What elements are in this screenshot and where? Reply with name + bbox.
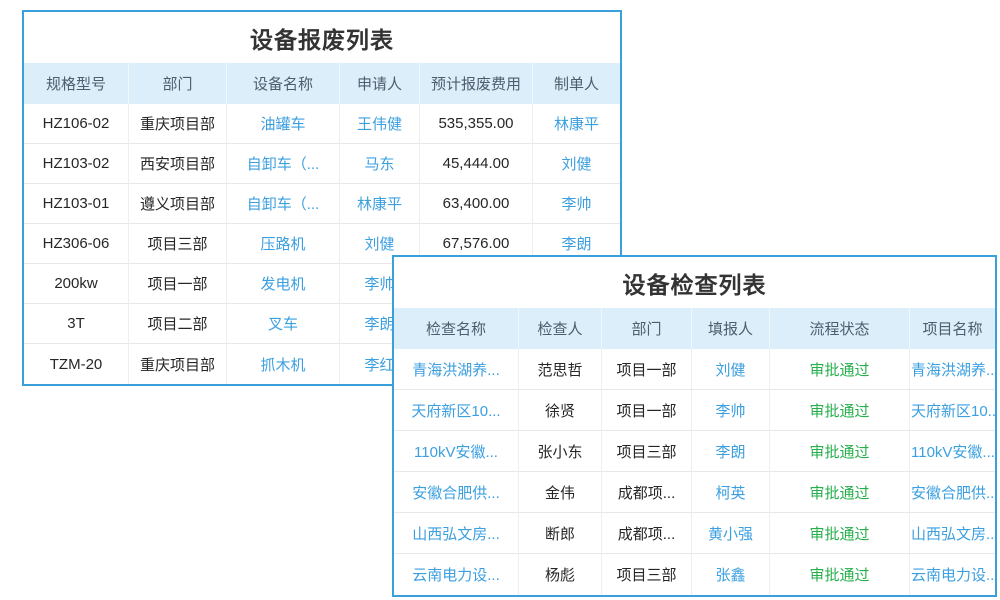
- table-row: HZ103-01遵义项目部自卸车（...林康平63,400.00李帅: [24, 184, 620, 224]
- scrap-list-title: 设备报废列表: [24, 12, 620, 63]
- text-cell: 金伟: [519, 472, 602, 513]
- column-header: 规格型号: [24, 63, 129, 104]
- text-cell: 遵义项目部: [129, 184, 227, 224]
- link-cell[interactable]: 天府新区10...: [910, 390, 995, 431]
- inspection-list-panel: 设备检查列表 检查名称检查人部门填报人流程状态项目名称 青海洪湖养...范思哲项…: [392, 255, 997, 597]
- column-header: 设备名称: [227, 63, 340, 104]
- inspection-list-title: 设备检查列表: [394, 257, 995, 308]
- table-row: 110kV安徽...张小东项目三部李朗审批通过110kV安徽...: [394, 431, 995, 472]
- status-cell: 审批通过: [770, 472, 910, 513]
- text-cell: 成都项...: [602, 472, 692, 513]
- table-row: HZ103-02西安项目部自卸车（...马东45,444.00刘健: [24, 144, 620, 184]
- table-row: 青海洪湖养...范思哲项目一部刘健审批通过青海洪湖养...: [394, 349, 995, 390]
- column-header: 部门: [129, 63, 227, 104]
- status-cell: 审批通过: [770, 513, 910, 554]
- text-cell: 成都项...: [602, 513, 692, 554]
- text-cell: 重庆项目部: [129, 104, 227, 144]
- text-cell: 范思哲: [519, 349, 602, 390]
- column-header: 流程状态: [770, 308, 910, 349]
- text-cell: 项目一部: [602, 349, 692, 390]
- link-cell[interactable]: 山西弘文房...: [394, 513, 519, 554]
- link-cell[interactable]: 山西弘文房...: [910, 513, 995, 554]
- text-cell: 项目三部: [602, 554, 692, 595]
- link-cell[interactable]: 安徽合肥供...: [394, 472, 519, 513]
- link-cell[interactable]: 云南电力设...: [910, 554, 995, 595]
- link-cell[interactable]: 青海洪湖养...: [394, 349, 519, 390]
- text-cell: 535,355.00: [420, 104, 533, 144]
- link-cell[interactable]: 天府新区10...: [394, 390, 519, 431]
- column-header: 预计报废费用: [420, 63, 533, 104]
- link-cell[interactable]: 王伟健: [340, 104, 420, 144]
- text-cell: 西安项目部: [129, 144, 227, 184]
- table-row: 安徽合肥供...金伟成都项...柯英审批通过安徽合肥供...: [394, 472, 995, 513]
- table-row: HZ106-02重庆项目部油罐车王伟健535,355.00林康平: [24, 104, 620, 144]
- link-cell[interactable]: 刘健: [533, 144, 620, 184]
- text-cell: 200kw: [24, 264, 129, 304]
- column-header: 部门: [602, 308, 692, 349]
- status-cell: 审批通过: [770, 554, 910, 595]
- link-cell[interactable]: 李帅: [692, 390, 770, 431]
- text-cell: 项目一部: [602, 390, 692, 431]
- link-cell[interactable]: 黄小强: [692, 513, 770, 554]
- scrap-header-row: 规格型号部门设备名称申请人预计报废费用制单人: [24, 63, 620, 104]
- table-row: 山西弘文房...断郎成都项...黄小强审批通过山西弘文房...: [394, 513, 995, 554]
- column-header: 制单人: [533, 63, 620, 104]
- status-cell: 审批通过: [770, 431, 910, 472]
- link-cell[interactable]: 李帅: [533, 184, 620, 224]
- table-row: 天府新区10...徐贤项目一部李帅审批通过天府新区10...: [394, 390, 995, 431]
- link-cell[interactable]: 青海洪湖养...: [910, 349, 995, 390]
- text-cell: HZ306-06: [24, 224, 129, 264]
- link-cell[interactable]: 柯英: [692, 472, 770, 513]
- text-cell: 63,400.00: [420, 184, 533, 224]
- text-cell: 徐贤: [519, 390, 602, 431]
- text-cell: 项目三部: [602, 431, 692, 472]
- text-cell: HZ103-01: [24, 184, 129, 224]
- link-cell[interactable]: 抓木机: [227, 344, 340, 384]
- column-header: 项目名称: [910, 308, 995, 349]
- text-cell: 断郎: [519, 513, 602, 554]
- link-cell[interactable]: 林康平: [533, 104, 620, 144]
- link-cell[interactable]: 110kV安徽...: [910, 431, 995, 472]
- link-cell[interactable]: 李朗: [692, 431, 770, 472]
- link-cell[interactable]: 云南电力设...: [394, 554, 519, 595]
- link-cell[interactable]: 安徽合肥供...: [910, 472, 995, 513]
- text-cell: HZ106-02: [24, 104, 129, 144]
- status-cell: 审批通过: [770, 349, 910, 390]
- text-cell: HZ103-02: [24, 144, 129, 184]
- column-header: 检查名称: [394, 308, 519, 349]
- text-cell: 项目三部: [129, 224, 227, 264]
- text-cell: 张小东: [519, 431, 602, 472]
- column-header: 检查人: [519, 308, 602, 349]
- link-cell[interactable]: 张鑫: [692, 554, 770, 595]
- text-cell: 项目二部: [129, 304, 227, 344]
- table-row: 云南电力设...杨彪项目三部张鑫审批通过云南电力设...: [394, 554, 995, 595]
- link-cell[interactable]: 刘健: [692, 349, 770, 390]
- link-cell[interactable]: 发电机: [227, 264, 340, 304]
- text-cell: 3T: [24, 304, 129, 344]
- link-cell[interactable]: 压路机: [227, 224, 340, 264]
- inspection-list-table: 检查名称检查人部门填报人流程状态项目名称 青海洪湖养...范思哲项目一部刘健审批…: [394, 308, 995, 595]
- inspection-table-body: 青海洪湖养...范思哲项目一部刘健审批通过青海洪湖养...天府新区10...徐贤…: [394, 349, 995, 595]
- text-cell: 项目一部: [129, 264, 227, 304]
- inspection-header-row: 检查名称检查人部门填报人流程状态项目名称: [394, 308, 995, 349]
- link-cell[interactable]: 自卸车（...: [227, 184, 340, 224]
- text-cell: 45,444.00: [420, 144, 533, 184]
- link-cell[interactable]: 自卸车（...: [227, 144, 340, 184]
- status-cell: 审批通过: [770, 390, 910, 431]
- link-cell[interactable]: 马东: [340, 144, 420, 184]
- column-header: 申请人: [340, 63, 420, 104]
- text-cell: TZM-20: [24, 344, 129, 384]
- text-cell: 杨彪: [519, 554, 602, 595]
- link-cell[interactable]: 油罐车: [227, 104, 340, 144]
- link-cell[interactable]: 110kV安徽...: [394, 431, 519, 472]
- link-cell[interactable]: 林康平: [340, 184, 420, 224]
- column-header: 填报人: [692, 308, 770, 349]
- link-cell[interactable]: 叉车: [227, 304, 340, 344]
- text-cell: 重庆项目部: [129, 344, 227, 384]
